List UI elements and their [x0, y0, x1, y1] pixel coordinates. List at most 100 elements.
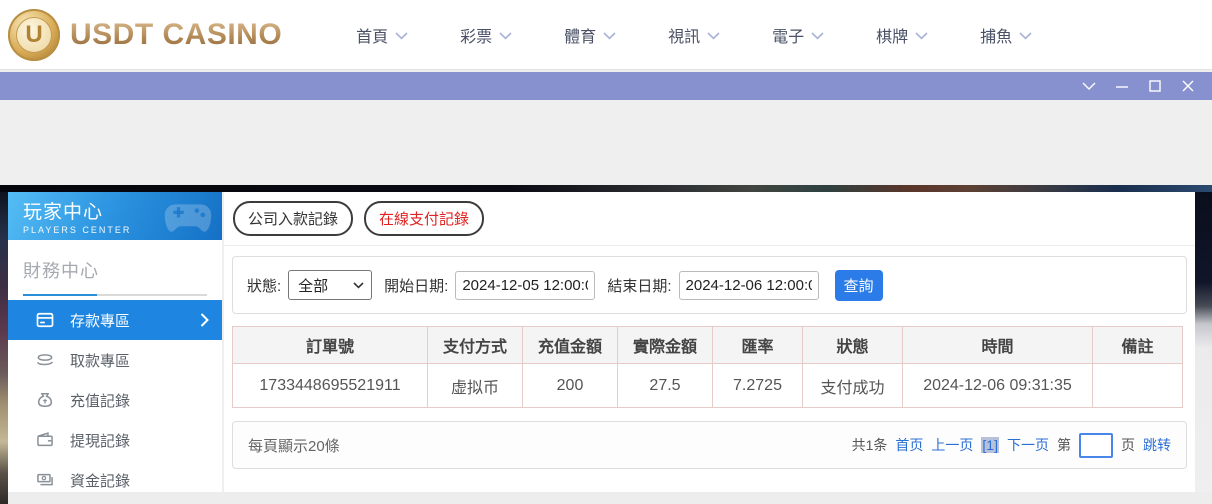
sidebar-item-withdrawal-records[interactable]: 提現記錄: [8, 420, 222, 460]
nav-item-sports[interactable]: 體育: [538, 23, 642, 47]
nav-item-cards[interactable]: 棋牌: [850, 23, 954, 47]
current-page-indicator: [1]: [981, 437, 999, 453]
table-header-row: 訂單號 支付方式 充值金額 實際金額 匯率 狀態 時間 備註: [232, 326, 1183, 364]
cell-payment-method: 虚拟币: [427, 363, 523, 408]
deposit-card-icon: [35, 310, 55, 330]
next-page-link[interactable]: 下一页: [1007, 435, 1049, 455]
chevron-right-icon: [200, 313, 209, 327]
top-header: U USDT CASINO 首頁 彩票 體育 視訊 電子 棋牌 捕魚: [0, 0, 1212, 70]
jump-suffix-label: 页: [1121, 437, 1135, 453]
status-select[interactable]: 全部: [288, 270, 373, 300]
chevron-down-icon: [395, 31, 408, 39]
background-art-left: [0, 192, 8, 504]
total-count-text: 共1条: [851, 437, 888, 453]
sidebar-divider: [23, 294, 207, 296]
sidebar-header: 玩家中心 PLAYERS CENTER: [8, 192, 222, 240]
start-date-input[interactable]: [455, 270, 596, 300]
main-nav: 首頁 彩票 體育 視訊 電子 棋牌 捕魚: [330, 23, 1058, 47]
col-exchange-rate: 匯率: [712, 326, 803, 364]
record-tabs: 公司入款記錄 在線支付記錄: [224, 192, 1195, 236]
cell-actual-amount: 27.5: [617, 363, 713, 408]
chevron-down-icon: [499, 31, 512, 39]
col-actual-amount: 實際金額: [617, 326, 713, 364]
col-time: 時間: [902, 326, 1093, 364]
maximize-icon: [1148, 80, 1161, 92]
money-bag-icon: [35, 390, 55, 410]
finance-center-heading: 財務中心: [23, 261, 99, 281]
window-collapse-button[interactable]: [1072, 72, 1105, 100]
first-page-link[interactable]: 首页: [895, 435, 923, 455]
sidebar-item-label: 資金記錄: [70, 472, 131, 490]
pagination-bar: 每頁顯示20條 共1条 首页 上一页 [1] 下一页 第 页 跳转: [232, 421, 1187, 469]
empty-content-area: [0, 100, 1212, 185]
records-table: 訂單號 支付方式 充值金額 實際金額 匯率 狀態 時間 備註 173344869…: [232, 326, 1183, 408]
per-page-text: 每頁顯示20條: [248, 437, 340, 455]
sidebar-item-label: 取款專區: [70, 352, 131, 370]
page-jump-input[interactable]: [1079, 432, 1113, 458]
col-payment-method: 支付方式: [427, 326, 523, 364]
hand-money-icon: [35, 350, 55, 370]
tab-company-deposit-records[interactable]: 公司入款記錄: [233, 201, 354, 236]
col-status: 狀態: [802, 326, 903, 364]
window-maximize-button[interactable]: [1138, 72, 1171, 100]
prev-page-link[interactable]: 上一页: [931, 435, 973, 455]
table-row: 1733448695521911 虚拟币 200 27.5 7.2725 支付成…: [232, 363, 1183, 408]
window-close-button[interactable]: [1171, 72, 1204, 100]
end-date-label: 結束日期:: [607, 277, 672, 295]
banknotes-icon: [35, 470, 55, 490]
status-label: 狀態:: [247, 277, 282, 295]
cell-time: 2024-12-06 09:31:35: [902, 363, 1093, 408]
nav-label: 彩票: [460, 28, 493, 46]
players-center-sidebar: 玩家中心 PLAYERS CENTER 財務中心 存款專區 取款專區 充值記錄 …: [8, 192, 222, 492]
filter-bar: 狀態: 全部 開始日期: 結束日期: 查詢: [232, 256, 1187, 314]
coin-logo-icon: U: [8, 8, 60, 61]
cell-remark: [1092, 363, 1183, 408]
tab-online-payment-records[interactable]: 在線支付記錄: [364, 201, 485, 236]
jump-prefix-label: 第: [1057, 437, 1071, 453]
wallet-icon: [35, 430, 55, 450]
gamepad-icon: [164, 204, 212, 232]
cell-status: 支付成功: [802, 363, 903, 408]
background-art-right: [1195, 192, 1212, 492]
nav-item-video[interactable]: 視訊: [642, 23, 746, 47]
jump-action-link[interactable]: 跳转: [1143, 435, 1171, 455]
nav-item-fishing[interactable]: 捕魚: [954, 23, 1058, 47]
nav-item-lottery[interactable]: 彩票: [434, 23, 538, 47]
sidebar-item-deposit-area[interactable]: 存款專區: [8, 300, 222, 340]
sidebar-item-withdraw-area[interactable]: 取款專區: [8, 340, 222, 380]
start-date-label: 開始日期:: [384, 277, 449, 295]
chevron-down-icon: [707, 31, 720, 39]
minimize-icon: [1115, 86, 1128, 88]
col-order-number: 訂單號: [232, 326, 428, 364]
nav-label: 體育: [564, 28, 597, 46]
window-minimize-button[interactable]: [1105, 72, 1138, 100]
sidebar-item-recharge-records[interactable]: 充值記錄: [8, 380, 222, 420]
nav-item-home[interactable]: 首頁: [330, 23, 434, 47]
chevron-down-icon: [811, 31, 824, 39]
records-main-panel: 公司入款記錄 在線支付記錄 狀態: 全部 開始日期: 結束日期: 查詢 訂單號 …: [224, 192, 1195, 492]
cell-recharge-amount: 200: [522, 363, 618, 408]
col-recharge-amount: 充值金額: [522, 326, 618, 364]
brand-logo[interactable]: U USDT CASINO: [8, 8, 282, 61]
window-titlebar: [0, 72, 1212, 100]
end-date-input[interactable]: [678, 270, 819, 300]
chevron-down-icon: [915, 31, 928, 39]
chevron-down-icon: [1019, 31, 1032, 39]
nav-label: 棋牌: [876, 28, 909, 46]
chevron-down-icon: [1082, 82, 1095, 90]
sidebar-item-label: 充值記錄: [70, 392, 131, 410]
sidebar-item-label: 提現記錄: [70, 432, 131, 450]
close-icon: [1182, 80, 1193, 92]
col-remark: 備註: [1092, 326, 1183, 364]
cell-exchange-rate: 7.2725: [712, 363, 803, 408]
tabs-divider: [224, 245, 1195, 246]
sidebar-item-label: 存款專區: [70, 312, 131, 330]
search-button[interactable]: 查詢: [834, 269, 883, 301]
coin-letter: U: [16, 16, 52, 53]
chevron-down-icon: [603, 31, 616, 39]
nav-item-slots[interactable]: 電子: [746, 23, 850, 47]
cell-order-number: 1733448695521911: [232, 363, 428, 408]
nav-label: 首頁: [356, 28, 389, 46]
pagination-controls: 共1条 首页 上一页 [1] 下一页 第 页 跳转: [851, 432, 1171, 458]
nav-label: 捕魚: [980, 28, 1013, 46]
